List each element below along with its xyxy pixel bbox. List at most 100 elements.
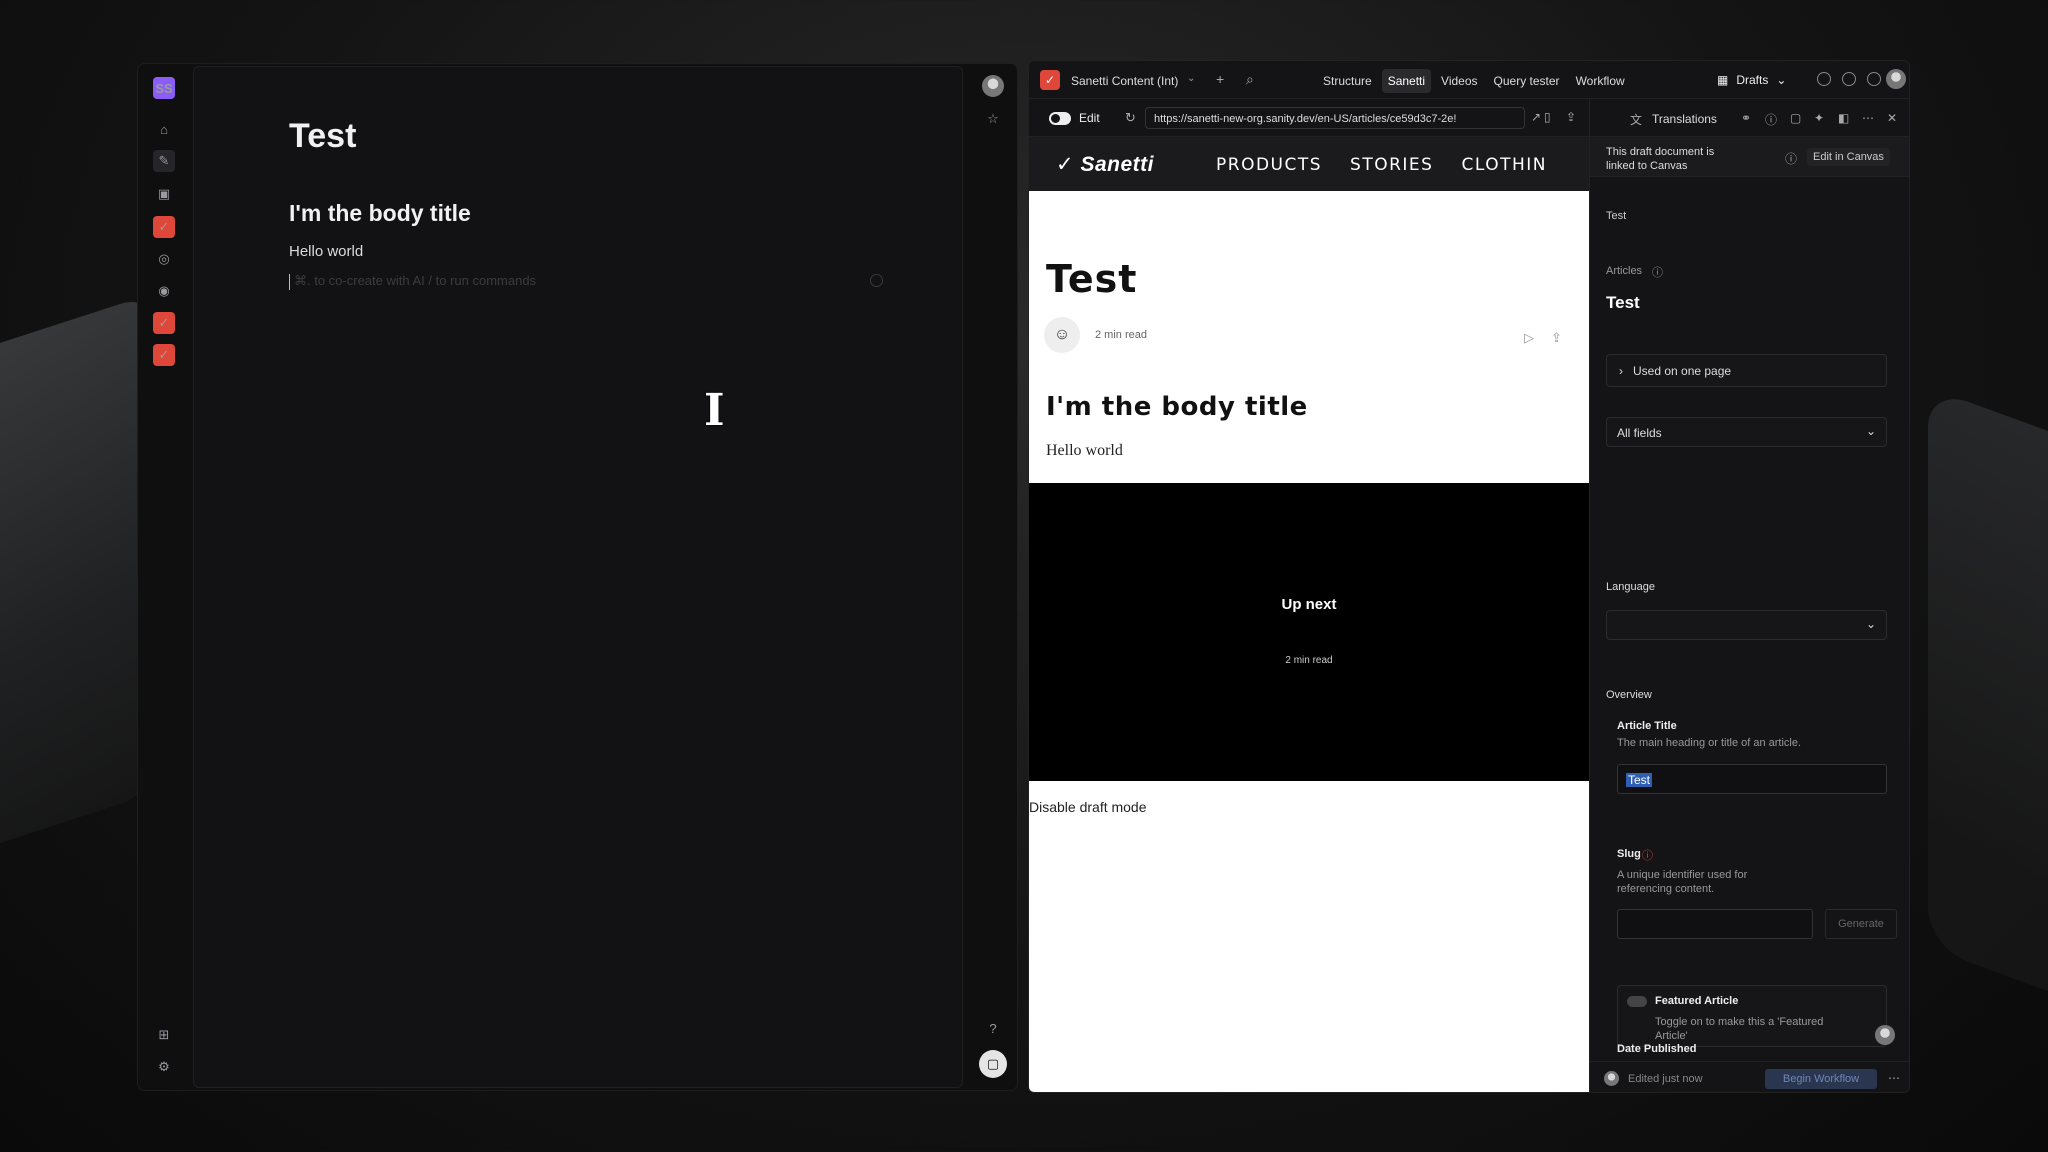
begin-workflow-button[interactable]: Begin Workflow [1765,1069,1877,1089]
slug-label: Slug [1617,848,1641,860]
tab-query-tester[interactable]: Query tester [1488,69,1566,93]
chevron-right-icon: › [1619,364,1623,378]
studio-window: ✓ Sanetti Content (Int) ⌄ + ⌕ Structure … [1028,60,1910,1093]
studio-logo-icon[interactable]: ✓ [1040,70,1060,90]
article-title-input[interactable]: Test [1617,764,1887,794]
settings-icon[interactable]: ⚙ [153,1056,175,1078]
article-title[interactable]: Test [1046,257,1137,301]
warning-icon[interactable]: ⓘ [1642,847,1653,863]
info-icon[interactable]: ⓘ [1765,111,1777,128]
tab-sanetti[interactable]: Sanetti [1381,69,1432,93]
editor-placeholder[interactable]: ⌘. to co-create with AI / to run command… [289,273,536,290]
help-icon[interactable] [1867,72,1881,86]
edit-in-canvas-button[interactable]: Edit in Canvas [1807,148,1890,166]
tab-videos[interactable]: Videos [1435,69,1483,93]
share-icon[interactable]: ⇪ [1551,330,1562,346]
document-panel: 文 Translations ⚭ ⓘ ▢ ✦ ◧ ⋯ ✕ This draft … [1589,99,1909,1092]
used-on-page-toggle[interactable]: › Used on one page [1606,354,1887,387]
document-title[interactable]: Test [289,117,356,156]
nav-link-products[interactable]: PRODUCTS [1216,155,1322,175]
workspace-badge[interactable]: SS [153,77,175,99]
globe-icon[interactable]: ◎ [153,248,175,270]
presentation-toolbar: Edit ↻ https://sanetti-new-org.sanity.de… [1029,99,1589,137]
link-icon[interactable]: ⚭ [1741,111,1751,125]
slug-input[interactable] [1617,909,1813,939]
home-icon[interactable]: ⌂ [153,118,175,140]
studio-topbar: ✓ Sanetti Content (Int) ⌄ + ⌕ Structure … [1029,61,1909,99]
search-icon[interactable]: ⌕ [1246,71,1254,88]
comment-icon[interactable]: ▢ [1790,111,1801,125]
placeholder-text: ⌘. to co-create with AI / to run command… [294,273,537,288]
share-icon[interactable]: ⇪ [1566,110,1576,124]
field-group-select[interactable]: All fields ⌄ [1606,417,1887,447]
generate-button[interactable]: Generate [1825,909,1897,939]
app-icon[interactable]: ✓ [153,344,175,366]
document-editor[interactable]: Test I'm the body title Hello world ⌘. t… [193,66,963,1088]
world-icon[interactable]: ◉ [153,280,175,302]
help-icon[interactable]: ? [982,1017,1004,1039]
language-label: Language [1606,581,1655,593]
info-icon[interactable]: ⓘ [1652,264,1663,280]
background-shape [1928,387,2048,1013]
tab-workflow[interactable]: Workflow [1570,69,1631,93]
app-icon[interactable]: ✓ [153,312,175,334]
language-select[interactable]: ⌄ [1606,610,1887,640]
edit-label: Edit [1079,111,1100,125]
chevron-down-icon: ⌄ [1865,617,1876,631]
ai-icon[interactable]: ✦ [1814,111,1824,125]
more-icon[interactable]: ⋯ [1862,111,1874,125]
close-icon[interactable]: ✕ [1887,111,1897,125]
canvas-side-rail: SS ⌂ ✎ ▣ ✓ ◎ ◉ ✓ ✓ ⊞ ⚙ [138,64,189,1090]
site-preview[interactable]: ✓ Sanetti PRODUCTS STORIES CLOTHIN Test … [1029,137,1589,1092]
tasks-icon[interactable] [1817,72,1831,86]
disable-draft-mode-link[interactable]: Disable draft mode [1029,799,1147,815]
open-external-icon[interactable]: ↗ [1531,110,1541,124]
add-icon[interactable]: + [1216,71,1224,87]
app-icon[interactable]: ✓ [153,216,175,238]
site-logo[interactable]: ✓ Sanetti [1056,152,1154,177]
article-body-heading[interactable]: I'm the body title [1046,392,1308,422]
perspective-select[interactable]: ▦ Drafts ⌄ [1709,69,1797,91]
document-type-label: Articles [1606,265,1643,277]
body-heading[interactable]: I'm the body title [289,200,471,227]
comment-icon[interactable]: ▢ [979,1050,1007,1078]
presence-avatar[interactable] [1875,1025,1895,1045]
media-icon[interactable]: ▣ [153,183,175,205]
chevron-down-icon: ⌄ [1865,424,1876,438]
up-next-section: Up next 2 min read [1029,483,1589,781]
user-avatar[interactable] [982,75,1004,97]
tab-structure[interactable]: Structure [1317,69,1378,93]
author-avatar-icon: ☺ [1044,317,1080,353]
workspace-name[interactable]: Sanetti Content (Int) [1071,74,1178,88]
refresh-icon[interactable]: ↻ [1125,110,1136,126]
translate-icon[interactable]: 文 [1630,111,1642,128]
presence-icon[interactable] [1842,72,1856,86]
nav-link-stories[interactable]: STORIES [1350,155,1433,175]
edited-status: Edited just now [1628,1073,1703,1085]
star-icon[interactable]: ☆ [982,108,1004,130]
mobile-icon[interactable]: ▯ [1544,110,1551,124]
translations-label[interactable]: Translations [1652,112,1717,126]
info-icon[interactable]: ⓘ [1785,150,1797,167]
article-body-text[interactable]: Hello world [1046,442,1123,460]
preview-url-input[interactable]: https://sanetti-new-org.sanity.dev/en-US… [1145,107,1525,129]
edit-toggle[interactable] [1049,112,1071,125]
apps-grid-icon[interactable]: ⊞ [153,1024,175,1046]
featured-toggle[interactable] [1627,996,1647,1007]
chevron-down-icon[interactable]: ⌄ [1187,73,1195,84]
canvas-icon[interactable]: ✎ [153,150,175,172]
more-icon[interactable]: ⋯ [1888,1071,1900,1085]
split-pane-icon[interactable]: ◧ [1838,111,1849,125]
date-published-label: Date Published [1617,1043,1697,1055]
user-avatar[interactable] [1886,69,1906,89]
nav-link-clothing[interactable]: CLOTHIN [1461,155,1547,175]
document-title: Test [1606,293,1640,312]
site-header: ✓ Sanetti PRODUCTS STORIES CLOTHIN [1029,137,1589,191]
chevron-down-icon: ⌄ [1776,73,1787,87]
ai-indicator-icon[interactable] [870,274,883,287]
play-icon[interactable]: ▷ [1524,330,1534,346]
up-next-read-time: 2 min read [1285,655,1333,666]
body-paragraph[interactable]: Hello world [289,243,363,260]
slug-description: A unique identifier used for referencing… [1617,869,1748,895]
canvas-window: SS ⌂ ✎ ▣ ✓ ◎ ◉ ✓ ✓ ⊞ ⚙ Test I'm the body… [137,63,1018,1091]
